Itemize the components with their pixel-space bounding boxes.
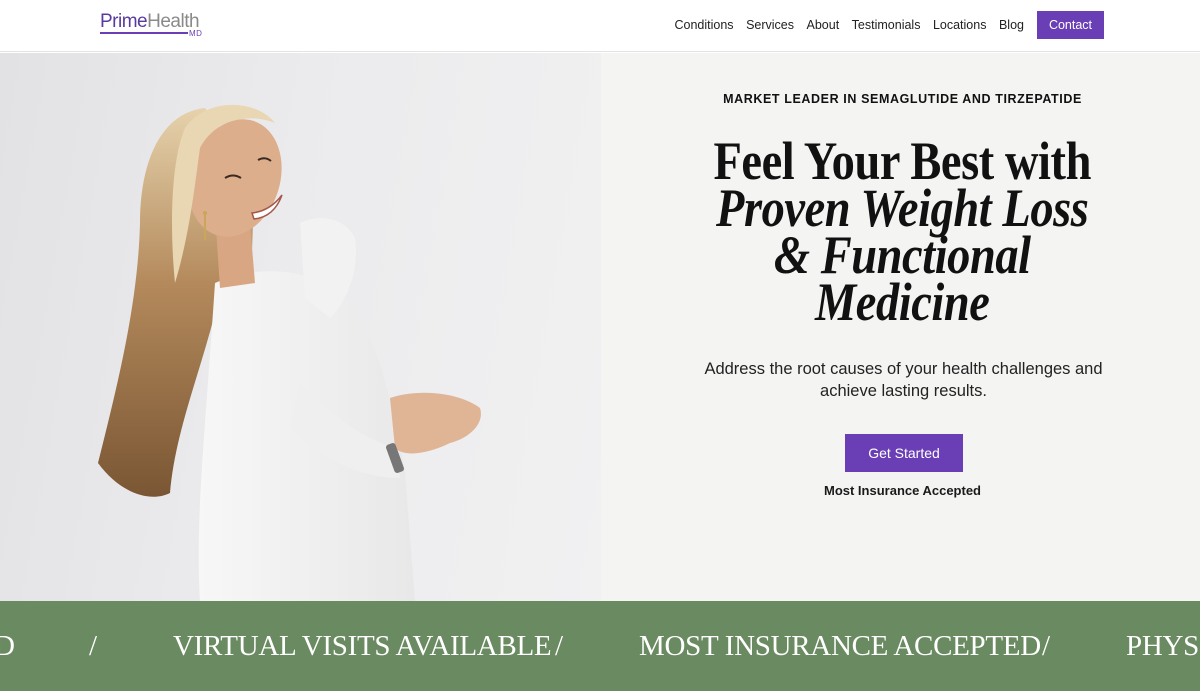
marquee-item: D <box>0 630 15 662</box>
hero-content: MARKET LEADER IN SEMAGLUTIDE AND TIRZEPA… <box>601 53 1200 601</box>
woman-smiling-image <box>98 104 481 601</box>
logo-md-text: MD <box>189 29 203 38</box>
main-nav: Conditions Services About Testimonials L… <box>674 11 1104 39</box>
nav-blog[interactable]: Blog <box>999 11 1024 39</box>
logo-underline <box>100 32 188 34</box>
insurance-note: Most Insurance Accepted <box>823 483 981 498</box>
contact-button[interactable]: Contact <box>1037 11 1104 39</box>
nav-testimonials[interactable]: Testimonials <box>852 11 921 39</box>
marquee-separator: / <box>1042 630 1051 662</box>
hero-eyebrow: MARKET LEADER IN SEMAGLUTIDE AND TIRZEPA… <box>723 92 1082 106</box>
marquee-separator: / <box>89 630 98 662</box>
marquee-item: VIRTUAL VISITS AVAILABLE <box>173 630 552 662</box>
get-started-button[interactable]: Get Started <box>845 434 963 472</box>
logo-prime-text: Prime <box>100 11 148 32</box>
marquee-item: PHYSIC <box>1126 630 1200 662</box>
hero-photo <box>0 53 601 601</box>
site-header: PrimeHealth MD Conditions Services About… <box>0 0 1200 52</box>
marquee-separator: / <box>555 630 564 662</box>
nav-about[interactable]: About <box>807 11 840 39</box>
headline-line-4: Medicine <box>814 272 990 332</box>
nav-services[interactable]: Services <box>746 11 794 39</box>
nav-conditions[interactable]: Conditions <box>674 11 733 39</box>
features-marquee: D / VIRTUAL VISITS AVAILABLE / MOST INSU… <box>0 601 1200 691</box>
hero-headline: Feel Your Best with Proven Weight Loss &… <box>601 134 1200 332</box>
nav-locations[interactable]: Locations <box>933 11 987 39</box>
site-logo[interactable]: PrimeHealth MD <box>100 11 210 39</box>
hero-subtitle: Address the root causes of your health c… <box>704 360 1103 400</box>
marquee-item: MOST INSURANCE ACCEPTED <box>639 630 1041 662</box>
